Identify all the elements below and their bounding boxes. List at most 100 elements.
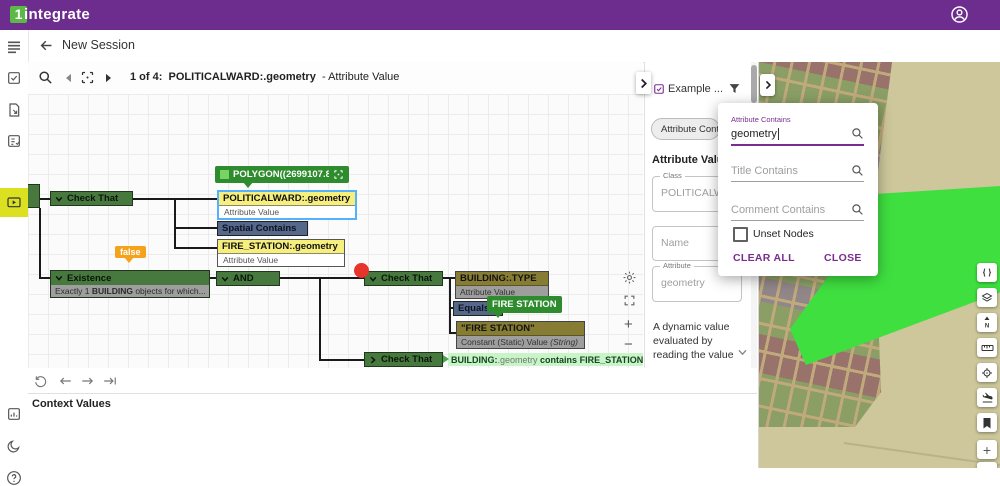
unset-nodes-checkbox[interactable] (733, 227, 748, 242)
north-compass-icon[interactable]: N (977, 313, 997, 332)
edge (449, 332, 456, 334)
data-file-icon[interactable] (6, 102, 22, 118)
node-title: "FIRE STATION" (457, 322, 584, 336)
building-type-node[interactable]: BUILDING:.TYPE Attribute Value (455, 271, 549, 299)
comment-contains-input[interactable]: Comment Contains (731, 204, 825, 216)
scroll-more-icon[interactable] (738, 349, 747, 356)
help-icon[interactable] (6, 470, 22, 486)
close-button[interactable]: CLOSE (824, 252, 862, 264)
rule-position-label: 1 of 4: POLITICALWARD:.geometry - Attrib… (130, 71, 399, 83)
polygon-value-tooltip: POLYGON((2699107.8 (215, 166, 349, 183)
node-subtitle: Attribute Value (219, 206, 355, 218)
summary-arrow-icon (443, 355, 453, 363)
locate-target-icon[interactable] (977, 363, 997, 382)
attribute-contains-label: Attribute Contains (731, 115, 791, 124)
bookmark-icon[interactable] (977, 413, 997, 432)
triangle-right-icon[interactable] (104, 73, 113, 83)
title-contains-input[interactable]: Title Contains (731, 165, 798, 177)
panel-expander-chevron-right-icon[interactable] (636, 72, 651, 94)
edge (40, 198, 50, 200)
node-title: FIRE_STATION:.geometry (218, 240, 344, 254)
map-zoom-in-button[interactable]: + (977, 440, 997, 459)
skip-end-icon[interactable] (102, 374, 118, 388)
zoom-out-button[interactable]: − (624, 336, 633, 353)
spatial-contains-node[interactable]: Spatial Contains (217, 221, 308, 236)
rule-canvas[interactable]: AND Check That POLYGON((2699107.8 POLITI… (28, 94, 643, 368)
fire-station-constant-node[interactable]: "FIRE STATION" Constant (Static) Value (… (456, 321, 585, 349)
arrow-left-icon[interactable] (38, 37, 55, 54)
rule-counter: 1 of 4: (130, 71, 162, 83)
fire-station-geometry-node[interactable]: FIRE_STATION:.geometry Attribute Value (217, 239, 345, 267)
sessions-play-icon[interactable] (6, 194, 22, 210)
zoom-in-button[interactable]: + (624, 316, 633, 333)
node-subtitle: Exactly 1 BUILDING objects for which... (51, 285, 209, 297)
filter-popup: Attribute Contains geometry Title Contai… (718, 103, 878, 276)
gear-icon[interactable] (622, 270, 637, 285)
geometry-swatch-icon (220, 170, 229, 179)
title-contains-row: Title Contains (731, 164, 864, 177)
field-label: Class (660, 171, 685, 180)
fit-screen-icon[interactable] (623, 294, 636, 307)
chevron-down-icon[interactable] (221, 275, 229, 283)
redo-arrow-icon[interactable] (80, 374, 95, 388)
edge (280, 277, 364, 279)
politicalward-geometry-node[interactable]: POLITICALWARD:.geometry Attribute Value (217, 190, 357, 220)
edge (319, 277, 321, 361)
attribute-contains-input[interactable]: geometry (731, 128, 779, 140)
left-sidebar (0, 30, 29, 468)
stats-icon[interactable] (6, 406, 22, 422)
center-focus-icon[interactable] (80, 70, 95, 85)
app-header: 1 integrate (0, 0, 1000, 30)
breakpoint-dot[interactable] (354, 263, 369, 278)
checklist-icon[interactable] (6, 70, 22, 86)
chevron-right-icon[interactable] (369, 356, 377, 364)
restore-icon[interactable] (34, 374, 48, 388)
chevron-down-icon[interactable] (55, 274, 63, 282)
check-that-top-node[interactable]: Check That (50, 191, 133, 206)
fire-station-value-tooltip: FIRE STATION (487, 296, 562, 313)
dark-mode-moon-icon[interactable] (6, 438, 22, 454)
rule-name: POLITICALWARD:.geometry (169, 71, 316, 83)
flight-icon[interactable] (977, 388, 997, 407)
account-circle-icon[interactable] (950, 5, 969, 24)
session-bar: New Session (28, 30, 1000, 63)
map-zoom-out-button[interactable]: − (977, 462, 997, 468)
attribute-contains-row: geometry (731, 127, 864, 140)
center-focus-icon[interactable] (333, 169, 344, 180)
and-node[interactable]: AND (216, 271, 280, 286)
code-braces-icon[interactable] (977, 263, 997, 282)
triangle-left-icon[interactable] (64, 73, 73, 83)
edge (449, 277, 451, 334)
magnifier-icon[interactable] (851, 164, 864, 177)
collapsed-rule-summary: BUILDING:.geometry contains FIRE_STATION… (448, 353, 643, 366)
funnel-icon[interactable] (728, 82, 741, 95)
panel-scrollbar-thumb[interactable] (751, 65, 757, 103)
field-underline (731, 220, 864, 221)
comment-contains-row: Comment Contains (731, 203, 864, 216)
chevron-down-icon[interactable] (369, 275, 377, 283)
check-that-bottom-node[interactable]: Check That (364, 352, 443, 367)
edge (174, 227, 217, 229)
magnifier-icon[interactable] (38, 70, 53, 85)
map-collapse-chevron-right-icon[interactable] (760, 74, 775, 96)
magnifier-icon[interactable] (851, 127, 864, 140)
check-that-right-node[interactable]: Check That (364, 271, 443, 286)
rules-list-icon[interactable] (6, 133, 22, 149)
and-root-node[interactable] (28, 184, 40, 208)
magnifier-icon[interactable] (851, 203, 864, 216)
text-caret (778, 128, 779, 140)
clear-all-button[interactable]: CLEAR ALL (733, 252, 795, 264)
layers-icon[interactable] (977, 288, 997, 307)
node-title: BUILDING:.TYPE (456, 272, 548, 286)
edge (174, 198, 176, 249)
node-title: POLITICALWARD:.geometry (219, 192, 355, 206)
canvas-toolbar: 1 of 4: POLITICALWARD:.geometry - Attrib… (28, 62, 643, 95)
undo-arrow-icon[interactable] (58, 374, 73, 388)
menu-icon[interactable] (6, 39, 22, 55)
filter-chip[interactable]: Attribute Conta (651, 118, 720, 140)
context-values-panel: Context Values (28, 394, 757, 468)
chevron-down-icon[interactable] (55, 195, 63, 203)
measure-ruler-icon[interactable] (977, 338, 997, 357)
existence-node[interactable]: Existence Exactly 1 BUILDING objects for… (50, 270, 210, 298)
edge (39, 208, 41, 278)
